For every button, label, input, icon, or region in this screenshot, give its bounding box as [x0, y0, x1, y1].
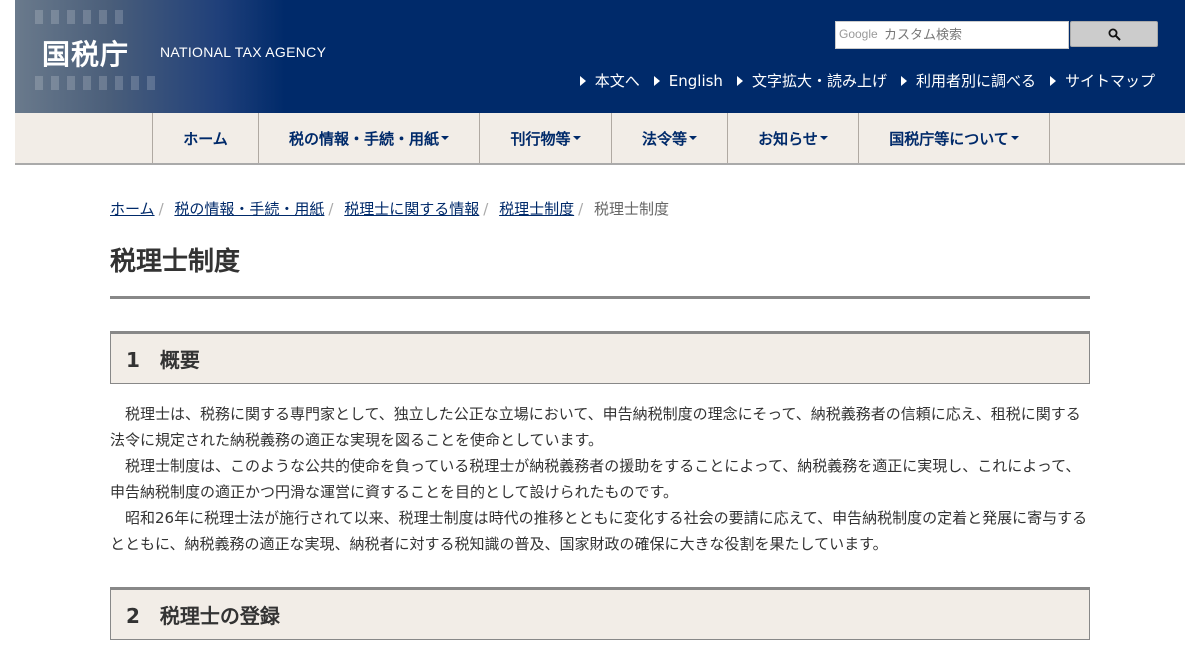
nav-item-home[interactable]: ホーム [153, 113, 259, 163]
nav-item-about[interactable]: 国税庁等について [859, 113, 1050, 163]
site-header: 国税庁 NATIONAL TAX AGENCY Google 本文へ Engli… [15, 0, 1185, 113]
paragraph: 昭和26年に税理士法が施行されて以来、税理士制度は時代の推移とともに変化する社会… [110, 508, 1088, 553]
page-title: 税理士制度 [110, 241, 1090, 299]
nav-item-tax-info[interactable]: 税の情報・手続・用紙 [259, 113, 480, 163]
section-heading-registration: 2 税理士の登録 [110, 586, 1090, 640]
nav-item-news[interactable]: お知らせ [728, 113, 859, 163]
triangle-right-icon [1049, 75, 1056, 86]
caret-down-icon [441, 136, 449, 140]
caret-down-icon [1010, 136, 1019, 140]
breadcrumb-link-tax-info[interactable]: 税の情報・手続・用紙 [174, 200, 324, 218]
section-heading-overview: 1 概要 [110, 331, 1090, 384]
paragraph: 税理士制度は、このような公共的使命を負っている税理士が納税義務者の援助をすること… [110, 456, 1081, 501]
breadcrumb-link-tax-accountant-info[interactable]: 税理士に関する情報 [344, 200, 479, 218]
util-link-text-size[interactable]: 文字拡大・読み上げ [736, 70, 887, 91]
util-link-by-user[interactable]: 利用者別に調べる [900, 70, 1036, 91]
triangle-right-icon [579, 75, 586, 86]
paragraph: 税理士は、税務に関する専門家として、独立した公正な立場において、申告納税制度の理… [110, 404, 1081, 449]
utility-links: 本文へ English 文字拡大・読み上げ 利用者別に調べる サイトマップ [579, 70, 1155, 91]
global-nav: ホーム 税の情報・手続・用紙 刊行物等 法令等 お知らせ 国税庁等について [15, 113, 1185, 165]
breadcrumb-link-home[interactable]: ホーム [110, 200, 155, 218]
triangle-right-icon [900, 75, 907, 86]
search-button[interactable] [1070, 21, 1158, 47]
triangle-right-icon [736, 75, 743, 86]
caret-down-icon [819, 136, 828, 140]
nav-item-laws[interactable]: 法令等 [612, 113, 728, 163]
main-content: ホーム / 税の情報・手続・用紙 / 税理士に関する情報 / 税理士制度 / 税理士制度… [110, 198, 1090, 656]
breadcrumb: ホーム / 税の情報・手続・用紙 / 税理士に関する情報 / 税理士制度 / 税理士制度 [110, 200, 669, 218]
section-body-overview: 税理士は、税務に関する専門家として、独立した公正な立場において、申告納税制度の理… [110, 401, 1090, 557]
site-logo[interactable]: 国税庁 [42, 33, 129, 73]
search-icon [1108, 28, 1121, 41]
breadcrumb-link-tax-accountant-system[interactable]: 税理士制度 [499, 200, 574, 218]
triangle-right-icon [653, 75, 660, 86]
util-link-english[interactable]: English [653, 70, 723, 91]
util-link-skip-to-content[interactable]: 本文へ [579, 70, 640, 91]
nav-item-publications[interactable]: 刊行物等 [480, 113, 612, 163]
search-input[interactable] [835, 21, 1069, 49]
caret-down-icon [689, 136, 697, 140]
site-logo-english[interactable]: NATIONAL TAX AGENCY [160, 44, 326, 60]
caret-down-icon [572, 136, 581, 140]
breadcrumb-current: 税理士制度 [593, 200, 669, 218]
util-link-sitemap[interactable]: サイトマップ [1049, 70, 1155, 91]
